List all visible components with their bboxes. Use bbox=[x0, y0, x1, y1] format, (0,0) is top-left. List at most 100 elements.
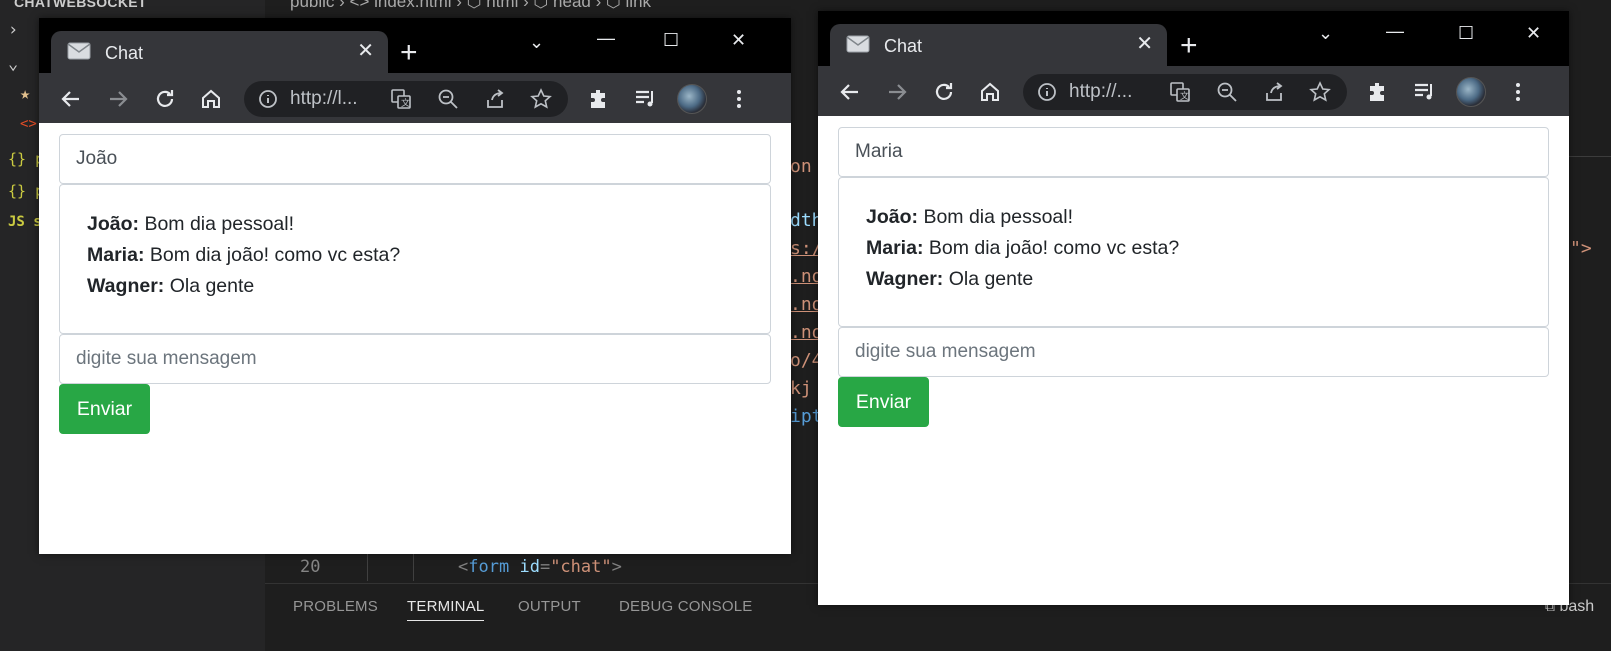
svg-text:文: 文 bbox=[1180, 90, 1189, 102]
message-input[interactable]: digite sua mensagem bbox=[59, 334, 771, 384]
message-author: Wagner: bbox=[87, 275, 165, 297]
message-author: Maria: bbox=[87, 244, 145, 266]
translate-icon[interactable]: 文 bbox=[390, 88, 412, 110]
back-arrow-icon[interactable] bbox=[838, 80, 862, 104]
extensions-puzzle-icon[interactable] bbox=[1366, 80, 1390, 104]
messages-panel: João: Bom dia pessoal! Maria: Bom dia jo… bbox=[838, 177, 1549, 327]
new-tab-button[interactable]: + bbox=[1180, 31, 1198, 61]
message-author: João: bbox=[87, 213, 140, 235]
info-icon[interactable] bbox=[1037, 82, 1057, 102]
send-button[interactable]: Enviar bbox=[59, 384, 150, 434]
page-viewport: João João: Bom dia pessoal! Maria: Bom d… bbox=[39, 123, 791, 554]
explorer-title: CHATWEBSOCKET bbox=[14, 0, 147, 10]
browser-toolbar: http://... 文 bbox=[818, 66, 1569, 116]
code-fragment: kj bbox=[790, 378, 812, 399]
breadcrumb: public › <> index.html › ⬡ html › ⬡ head… bbox=[290, 0, 652, 11]
back-arrow-icon[interactable] bbox=[59, 87, 83, 111]
message-item: Wagner: Ola gente bbox=[866, 264, 1521, 295]
url-text: http://... bbox=[1069, 81, 1133, 102]
reload-icon[interactable] bbox=[932, 80, 956, 104]
code-line: <form id="chat"> bbox=[458, 557, 622, 577]
info-icon[interactable] bbox=[258, 89, 278, 109]
browser-titlebar[interactable]: Chat ✕ + ⌄ — ☐ ✕ bbox=[818, 11, 1569, 66]
more-menu-icon[interactable] bbox=[1506, 80, 1530, 104]
message-text: Ola gente bbox=[948, 268, 1034, 290]
chevron-down-icon[interactable]: ⌄ bbox=[1318, 23, 1333, 43]
tab-title: Chat bbox=[105, 43, 144, 63]
browser-tab[interactable]: Chat ✕ bbox=[51, 31, 388, 73]
message-text: Bom dia joão! como vc esta? bbox=[149, 244, 401, 266]
code-fragment-tail: "> bbox=[1570, 238, 1592, 259]
username-input[interactable]: João bbox=[59, 134, 771, 184]
send-button[interactable]: Enviar bbox=[838, 377, 929, 427]
zoom-out-icon[interactable] bbox=[437, 88, 459, 110]
close-tab-icon[interactable]: ✕ bbox=[1136, 33, 1153, 55]
username-input[interactable]: Maria bbox=[838, 127, 1549, 177]
message-text: Bom dia joão! como vc esta? bbox=[928, 237, 1180, 259]
message-text: Bom dia pessoal! bbox=[923, 206, 1074, 228]
message-input[interactable]: digite sua mensagem bbox=[838, 327, 1549, 377]
home-icon[interactable] bbox=[199, 87, 223, 111]
tab-debug-console[interactable]: DEBUG CONSOLE bbox=[619, 598, 752, 615]
envelope-icon bbox=[846, 35, 870, 53]
message-item: João: Bom dia pessoal! bbox=[866, 202, 1521, 233]
svg-text:文: 文 bbox=[401, 97, 410, 109]
reload-icon[interactable] bbox=[153, 87, 177, 111]
new-tab-button[interactable]: + bbox=[400, 38, 418, 68]
browser-titlebar[interactable]: Chat ✕ + ⌄ — ☐ ✕ bbox=[39, 18, 791, 73]
media-queue-icon[interactable] bbox=[1413, 80, 1437, 104]
close-window-icon[interactable]: ✕ bbox=[731, 30, 746, 50]
chevron-right-icon: › bbox=[8, 20, 19, 40]
share-icon[interactable] bbox=[484, 88, 506, 110]
chevron-down-icon[interactable]: ⌄ bbox=[529, 32, 544, 52]
close-window-icon[interactable]: ✕ bbox=[1526, 23, 1541, 43]
translate-icon[interactable]: 文 bbox=[1169, 81, 1191, 103]
message-author: Maria: bbox=[866, 237, 924, 259]
close-tab-icon[interactable]: ✕ bbox=[357, 40, 374, 62]
media-queue-icon[interactable] bbox=[634, 87, 658, 111]
zoom-out-icon[interactable] bbox=[1216, 81, 1238, 103]
address-bar[interactable]: http://l... 文 bbox=[244, 81, 568, 117]
page-viewport: Maria João: Bom dia pessoal! Maria: Bom … bbox=[818, 116, 1569, 605]
browser-toolbar: http://l... 文 bbox=[39, 73, 791, 123]
message-text: Ola gente bbox=[169, 275, 255, 297]
forward-arrow-icon[interactable] bbox=[885, 80, 909, 104]
browser-window-joao: Chat ✕ + ⌄ — ☐ ✕ http://l... 文 João João… bbox=[39, 18, 791, 554]
share-icon[interactable] bbox=[1263, 81, 1285, 103]
profile-avatar[interactable] bbox=[1456, 77, 1486, 107]
minimize-icon[interactable]: — bbox=[597, 28, 615, 48]
code-fragment: on bbox=[790, 156, 812, 177]
html-file-icon: <> bbox=[20, 116, 37, 132]
message-item: Wagner: Ola gente bbox=[87, 271, 743, 302]
address-bar[interactable]: http://... 文 bbox=[1023, 74, 1347, 110]
tab-title: Chat bbox=[884, 36, 923, 56]
extensions-puzzle-icon[interactable] bbox=[587, 87, 611, 111]
star-bookmark-icon[interactable] bbox=[530, 88, 552, 110]
message-author: Wagner: bbox=[866, 268, 944, 290]
maximize-icon[interactable]: ☐ bbox=[1458, 23, 1474, 43]
message-item: João: Bom dia pessoal! bbox=[87, 209, 743, 240]
message-item: Maria: Bom dia joão! como vc esta? bbox=[87, 240, 743, 271]
maximize-icon[interactable]: ☐ bbox=[663, 30, 679, 50]
message-text: Bom dia pessoal! bbox=[144, 213, 295, 235]
browser-window-maria: Chat ✕ + ⌄ — ☐ ✕ http://... 文 Maria João… bbox=[818, 11, 1569, 605]
profile-avatar[interactable] bbox=[677, 84, 707, 114]
more-menu-icon[interactable] bbox=[727, 87, 751, 111]
line-number: 20 bbox=[300, 557, 321, 577]
message-item: Maria: Bom dia joão! como vc esta? bbox=[866, 233, 1521, 264]
chevron-down-icon: ⌄ bbox=[8, 54, 19, 74]
js-file-icon[interactable]: JS s bbox=[8, 214, 42, 236]
tab-terminal[interactable]: TERMINAL bbox=[407, 598, 485, 621]
messages-panel: João: Bom dia pessoal! Maria: Bom dia jo… bbox=[59, 184, 771, 334]
envelope-icon bbox=[67, 42, 91, 60]
minimize-icon[interactable]: — bbox=[1386, 21, 1404, 41]
tab-problems[interactable]: PROBLEMS bbox=[293, 598, 378, 615]
home-icon[interactable] bbox=[978, 80, 1002, 104]
star-bookmark-icon[interactable] bbox=[1309, 81, 1331, 103]
url-text: http://l... bbox=[290, 88, 358, 109]
star-icon: ★ bbox=[20, 84, 31, 104]
forward-arrow-icon[interactable] bbox=[106, 87, 130, 111]
tab-output[interactable]: OUTPUT bbox=[518, 598, 581, 615]
browser-tab[interactable]: Chat ✕ bbox=[830, 24, 1167, 66]
message-author: João: bbox=[866, 206, 919, 228]
